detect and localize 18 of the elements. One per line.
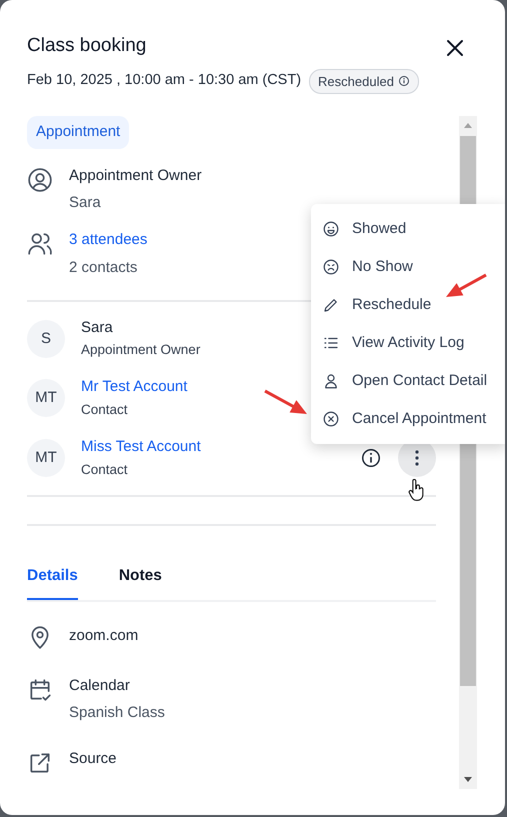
participant-role: Contact bbox=[81, 402, 128, 419]
owner-label: Appointment Owner bbox=[69, 166, 202, 186]
appointment-tag: Appointment bbox=[27, 116, 130, 148]
date-time: Feb 10, 2025 , 10:00 am - 10:30 am (CST) bbox=[27, 71, 302, 90]
source-label: Source bbox=[69, 750, 117, 769]
participant-name: Sara bbox=[81, 318, 113, 338]
participant-role: Contact bbox=[81, 462, 128, 478]
calendar-label: Calendar bbox=[69, 676, 130, 696]
avatar-initials: MT bbox=[27, 439, 65, 478]
location-value: zoom.com bbox=[69, 627, 138, 646]
dialog-title: Class booking bbox=[27, 34, 146, 58]
contacts-count: 2 contacts bbox=[69, 258, 138, 278]
participant-role: Appointment Owner bbox=[81, 342, 200, 360]
avatar-initials: MT bbox=[27, 379, 65, 418]
status-label: Rescheduled bbox=[318, 72, 394, 90]
avatar-initials: S bbox=[27, 320, 65, 358]
calendar-value: Spanish Class bbox=[69, 704, 165, 724]
owner-name: Sara bbox=[69, 194, 101, 213]
